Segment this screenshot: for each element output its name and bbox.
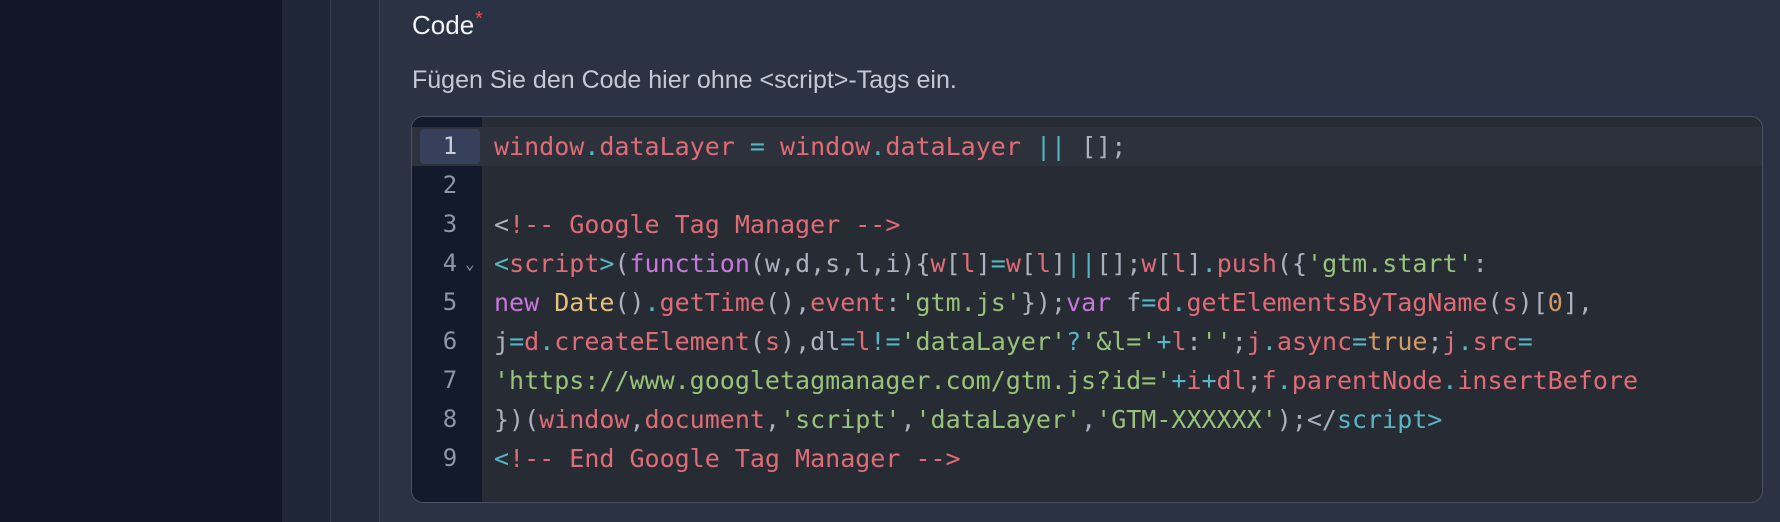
code-text: 'https://www.googletagmanager.com/gtm.js…: [494, 366, 1638, 395]
code-text: window.dataLayer = window.dataLayer || […: [494, 132, 1127, 161]
code-label-text: Code: [412, 10, 475, 40]
code-line[interactable]: 3 <!-- Google Tag Manager -->: [412, 205, 1762, 244]
code-text: new Date().getTime(),event:'gtm.js'});va…: [494, 288, 1593, 317]
line-number: 6: [442, 327, 458, 355]
code-text: j=d.createElement(s),dl=l!='dataLayer'?'…: [494, 327, 1533, 356]
sub-nav-rail: [331, 0, 380, 522]
code-line[interactable]: 1 window.dataLayer = window.dataLayer || …: [412, 127, 1762, 166]
line-number: 3: [442, 210, 458, 238]
code-field-label: Code*: [412, 8, 483, 41]
line-number: 5: [442, 288, 458, 316]
code-line[interactable]: 5 new Date().getTime(),event:'gtm.js'});v…: [412, 283, 1762, 322]
nav-rail: [282, 0, 331, 522]
code-text: })(window,document,'script','dataLayer',…: [494, 405, 1443, 434]
app-sidebar: [0, 0, 282, 522]
code-text: <!-- End Google Tag Manager -->: [494, 444, 961, 473]
line-number: 1: [420, 129, 480, 164]
code-text: <!-- Google Tag Manager -->: [494, 210, 901, 239]
code-line[interactable]: 9 <!-- End Google Tag Manager -->: [412, 439, 1762, 478]
line-number: 8: [442, 405, 458, 433]
required-indicator: *: [475, 8, 483, 30]
code-line[interactable]: 7 'https://www.googletagmanager.com/gtm.j…: [412, 361, 1762, 400]
code-editor[interactable]: 1 window.dataLayer = window.dataLayer || …: [411, 116, 1763, 503]
fold-chevron-icon[interactable]: ⌄: [465, 244, 475, 283]
line-number: 9: [442, 444, 458, 472]
code-lines[interactable]: 1 window.dataLayer = window.dataLayer || …: [412, 127, 1762, 478]
code-line[interactable]: 8 })(window,document,'script','dataLayer'…: [412, 400, 1762, 439]
code-text: <script>(function(w,d,s,l,i){w[l]=w[l]||…: [494, 249, 1488, 278]
line-number: 2: [442, 171, 458, 199]
code-line[interactable]: 6 j=d.createElement(s),dl=l!='dataLayer'?…: [412, 322, 1762, 361]
code-line[interactable]: 2: [412, 166, 1762, 205]
code-line[interactable]: 4 ⌄ <script>(function(w,d,s,l,i){w[l]=w[l]…: [412, 244, 1762, 283]
code-field-help: Fügen Sie den Code hier ohne <script>-Ta…: [412, 66, 957, 94]
line-number: 7: [442, 366, 458, 394]
